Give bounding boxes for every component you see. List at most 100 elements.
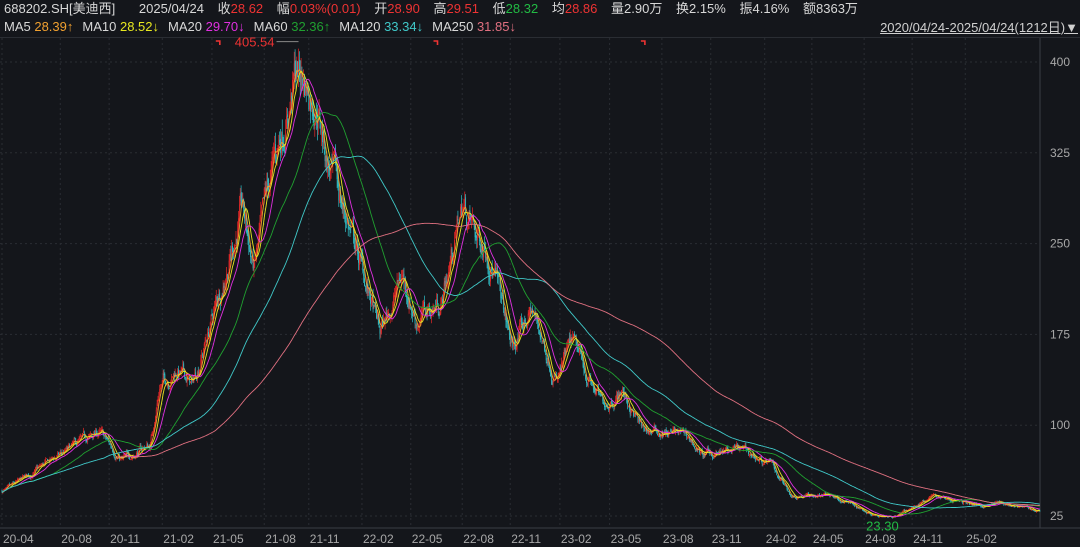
candle-body [253,262,255,270]
x-tick-label: 24-02 [766,532,797,546]
candle-body [401,276,403,277]
candle-body [8,483,10,486]
candle-body [51,457,53,459]
candle-body [583,366,585,373]
y-tick-label: 100 [1050,418,1070,432]
candle-body [556,379,558,380]
candle-body [488,267,490,277]
candle-body [878,516,880,518]
candle-body [393,295,395,304]
candle-body [528,312,530,315]
candle-body [945,498,946,500]
candle-body [364,278,365,287]
candle-body [860,508,862,510]
candle-body [577,348,579,350]
candle-body [950,500,952,502]
candle-body [524,320,526,322]
candle-body [616,394,617,401]
candle-body [660,436,662,438]
candle-body [824,492,826,494]
candle-body [272,150,274,159]
ma-line-ma250 [117,222,1040,506]
candle-body [449,262,451,268]
candle-body [603,401,605,405]
candlestick-chart[interactable]: 25 100 175 250 325 400 20-04 20-08 20-11 21-02 21-… [0,0,1080,547]
candle-body [50,458,52,460]
candle-body [223,285,225,288]
candle-body [551,380,553,385]
candle-body [293,63,295,76]
candle-body [648,431,650,434]
candle-body [480,249,482,254]
candle-body [748,454,750,456]
candle-body [376,314,378,319]
candle-body [314,126,316,129]
candle-body [712,456,713,459]
candle-body [863,510,865,512]
candle-body [163,373,165,376]
candle-body [247,230,249,238]
candle-body [160,387,161,390]
candle-body [197,371,199,375]
candle-body [112,449,113,452]
candle-body [538,324,539,328]
candle-body [250,249,251,258]
candle-body [331,157,333,161]
candle-body [716,452,718,453]
candle-body [71,443,73,445]
candle-body [930,496,932,497]
candle-body [275,155,277,159]
candle-body [762,464,764,465]
candle-body [673,427,675,430]
y-tick-label: 325 [1050,146,1070,160]
candle-body [106,437,107,439]
candle-body [779,478,781,480]
ma-line-ma10 [1,71,1040,518]
candle-body [57,452,59,456]
x-tick-label: 23-08 [663,532,694,546]
candle-body [790,494,791,496]
candle-body [508,330,510,336]
candle-body [274,146,275,152]
candle-body [688,437,689,438]
candle-body [299,74,301,83]
candle-body [694,448,696,450]
candle-body [279,140,281,143]
candle-body [773,465,775,468]
event-marker-icon [433,40,439,45]
candle-body [595,389,597,394]
candle-body [922,500,924,502]
candle-body [111,446,113,449]
candle-body [702,453,704,458]
candle-body [796,498,797,499]
candle-body [946,498,947,500]
x-tick-label: 21-11 [310,532,340,546]
candle-body [450,249,452,264]
candle-body [335,164,337,171]
candle-body [397,280,399,282]
candle-body [281,131,283,144]
candle-body [415,324,417,326]
candle-body [871,515,873,516]
candle-body [593,388,595,390]
candle-body [186,379,188,383]
candle-body [151,433,153,437]
candle-body [519,323,521,331]
candle-body [423,301,425,308]
candle-body [970,503,971,505]
candle-body [774,467,776,472]
candle-body [670,430,672,432]
x-tick-label: 25-02 [966,532,997,546]
candle-body [529,307,531,315]
candle-body [510,342,512,344]
candle-body [308,93,310,110]
candle-body [424,308,426,314]
candle-body [538,329,540,334]
candle-body [298,61,299,74]
candle-body [962,502,964,504]
candle-body [471,218,473,221]
candle-body [354,245,356,251]
candle-body [787,489,789,492]
candle-body [156,403,158,409]
candle-body [982,507,984,509]
